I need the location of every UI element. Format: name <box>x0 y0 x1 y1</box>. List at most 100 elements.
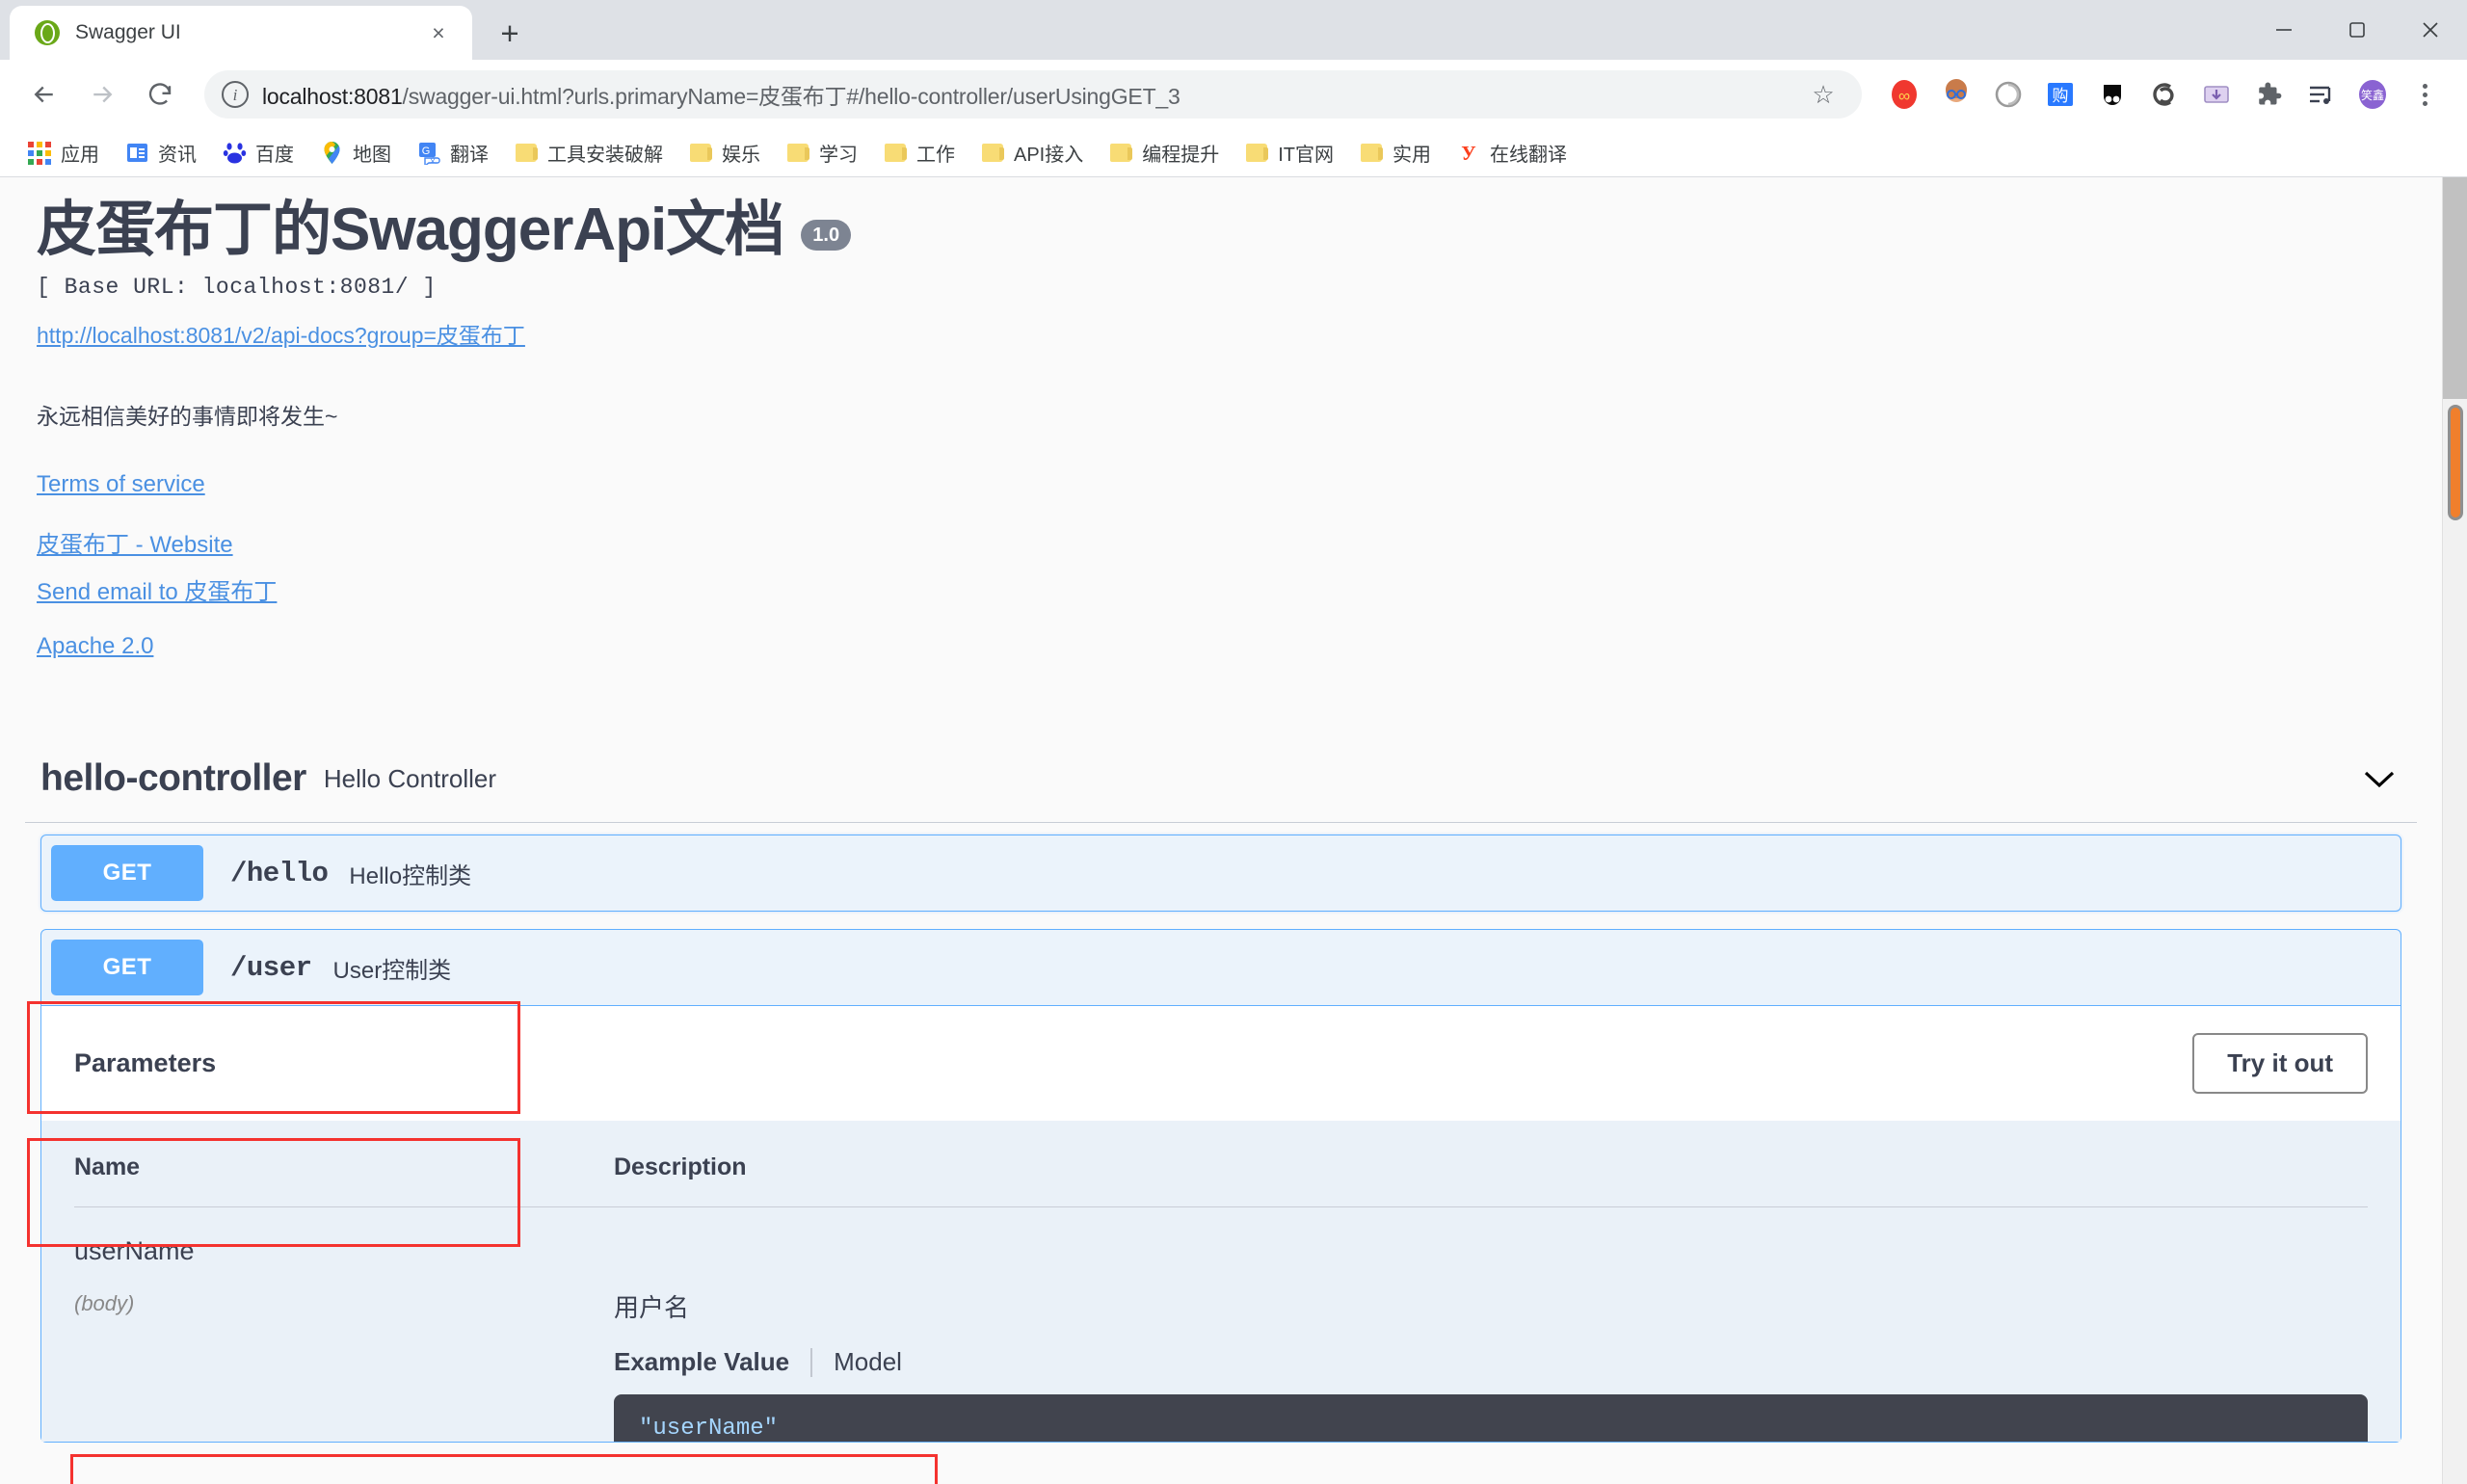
url-text: localhost:8081/swagger-ui.html?urls.prim… <box>262 78 1789 111</box>
api-docs-link[interactable]: http://localhost:8081/v2/api-docs?group=… <box>37 317 525 350</box>
bookmark-label: 学习 <box>819 145 858 166</box>
operation-get-user[interactable]: GET /user User控制类 <box>40 929 2401 1007</box>
operation-path: /hello <box>230 857 329 889</box>
address-bar[interactable]: i localhost:8081/swagger-ui.html?urls.pr… <box>204 70 1862 119</box>
chevron-down-icon[interactable] <box>2357 756 2401 801</box>
tab-strip: Swagger UI × + <box>0 0 2467 60</box>
svg-text:У: У <box>1461 142 1475 165</box>
annotation-box-username-parameter <box>70 1454 938 1484</box>
puzzle-extensions-icon[interactable] <box>2243 69 2294 119</box>
bookmark-folder-tools[interactable]: 工具安装破解 <box>502 134 675 172</box>
apps-grid-icon <box>27 141 52 166</box>
link-extension-icon[interactable] <box>2139 69 2189 119</box>
close-icon[interactable]: × <box>422 16 455 49</box>
bookmark-folder-study[interactable]: 学习 <box>774 134 869 172</box>
terms-of-service-link[interactable]: Terms of service <box>37 471 2405 498</box>
avatar-extension-icon[interactable] <box>1931 69 1981 119</box>
bookmark-folder-work[interactable]: 工作 <box>871 134 967 172</box>
folder-icon <box>514 141 539 166</box>
site-info-icon[interactable]: i <box>222 81 249 108</box>
download-folder-icon[interactable] <box>2191 69 2242 119</box>
profile-avatar-icon[interactable]: 笑鑫 <box>2348 69 2398 119</box>
bookmark-label: 工作 <box>916 145 955 166</box>
bookmark-label: 翻译 <box>450 145 489 166</box>
operation-row[interactable]: GET /hello Hello控制类 <box>41 835 2401 911</box>
parameters-title: Parameters <box>74 1048 217 1078</box>
shopping-extension-icon[interactable]: 购 <box>2035 69 2085 119</box>
license-link[interactable]: Apache 2.0 <box>37 633 2405 660</box>
baidu-icon <box>222 141 247 166</box>
tag-name: hello-controller <box>40 757 306 800</box>
url-path: /swagger-ui.html?urls.primaryName=皮蛋布丁#/… <box>402 84 1180 109</box>
maximize-icon[interactable] <box>2321 0 2394 60</box>
circle-swirl-extension-icon[interactable] <box>1983 69 2033 119</box>
page-scrollbar[interactable] <box>2442 177 2467 1484</box>
example-code-text: "userName" <box>639 1416 779 1443</box>
bookmark-folder-api[interactable]: API接入 <box>968 134 1095 172</box>
bookmark-folder-entertainment[interactable]: 娱乐 <box>676 134 772 172</box>
page-viewport: 皮蛋布丁的SwaggerApi文档 1.0 [ Base URL: localh… <box>0 177 2467 1484</box>
tag-description: Hello Controller <box>323 763 497 793</box>
back-arrow-icon[interactable] <box>17 67 71 121</box>
operation-get-hello[interactable]: GET /hello Hello控制类 <box>40 835 2401 913</box>
bookmark-star-icon[interactable]: ☆ <box>1802 73 1844 116</box>
parameter-name: userName <box>74 1236 195 1266</box>
three-dots-menu-icon[interactable] <box>2400 69 2450 119</box>
tag-header[interactable]: hello-controller Hello Controller <box>25 756 2417 824</box>
tab-model[interactable]: Model <box>812 1347 923 1377</box>
bookmark-label: 应用 <box>61 145 99 166</box>
parameters-header: Parameters Try it out <box>41 1006 2401 1121</box>
google-maps-icon <box>319 141 344 166</box>
folder-icon <box>785 141 810 166</box>
folder-icon <box>1244 141 1269 166</box>
bookmark-baidu[interactable]: 百度 <box>210 134 305 172</box>
http-method-badge: GET <box>51 940 203 996</box>
music-list-icon[interactable] <box>2295 69 2346 119</box>
swagger-info-block: 皮蛋布丁的SwaggerApi文档 1.0 [ Base URL: localh… <box>0 177 2442 660</box>
dark-reader-extension-icon[interactable] <box>2087 69 2137 119</box>
website-link[interactable]: 皮蛋布丁 - Website <box>37 525 2405 559</box>
bookmark-maps[interactable]: 地图 <box>307 134 403 172</box>
email-link[interactable]: Send email to 皮蛋布丁 <box>37 572 2405 606</box>
bookmark-apps[interactable]: 应用 <box>15 134 111 172</box>
swagger-logo-icon <box>35 20 60 45</box>
window-close-icon[interactable] <box>2394 0 2467 60</box>
bookmark-folder-programming[interactable]: 编程提升 <box>1097 134 1231 172</box>
folder-icon <box>980 141 1005 166</box>
bookmark-translate[interactable]: G文 翻译 <box>405 134 500 172</box>
bookmark-label: 娱乐 <box>722 145 760 166</box>
infinity-extension-icon[interactable]: ∞ <box>1879 69 1929 119</box>
url-host: localhost:8081 <box>262 84 403 109</box>
svg-text:∞: ∞ <box>1898 87 1910 105</box>
base-url: [ Base URL: localhost:8081/ ] <box>37 275 437 301</box>
minimize-icon[interactable] <box>2247 0 2321 60</box>
bookmark-label: 百度 <box>255 145 294 166</box>
reload-icon[interactable] <box>133 67 187 121</box>
http-method-badge: GET <box>51 845 203 902</box>
table-row: userName (body) 用户名 Example Value Model … <box>74 1207 2368 1443</box>
new-tab-button[interactable]: + <box>488 11 532 55</box>
google-translate-icon: G文 <box>416 141 441 166</box>
column-header-name: Name <box>74 1121 614 1208</box>
bookmark-news[interactable]: 资讯 <box>113 134 208 172</box>
scrollbar-thumb[interactable] <box>2448 405 2463 520</box>
browser-tab[interactable]: Swagger UI × <box>10 6 472 60</box>
parameter-name-cell: userName (body) <box>74 1207 614 1443</box>
operation-row[interactable]: GET /user User控制类 <box>41 930 2401 1005</box>
parameter-location: (body) <box>74 1291 135 1316</box>
bookmark-label: 实用 <box>1393 145 1432 166</box>
tag-section-hello-controller: hello-controller Hello Controller GET /h… <box>0 756 2442 1444</box>
example-code-block[interactable]: "userName" <box>614 1394 2368 1443</box>
yandex-icon: У <box>1456 141 1481 166</box>
scrollbar-track-top <box>2443 177 2467 399</box>
forward-arrow-icon[interactable] <box>75 67 129 121</box>
browser-toolbar: i localhost:8081/swagger-ui.html?urls.pr… <box>0 60 2467 129</box>
example-tabs: Example Value Model <box>614 1324 2368 1394</box>
operation-summary: Hello控制类 <box>349 862 472 889</box>
tab-example-value[interactable]: Example Value <box>614 1347 810 1377</box>
bookmark-label: 地图 <box>353 145 391 166</box>
bookmark-folder-useful[interactable]: 实用 <box>1347 134 1443 172</box>
try-it-out-button[interactable]: Try it out <box>2192 1033 2368 1095</box>
bookmark-yandex-translate[interactable]: У 在线翻译 <box>1445 134 1578 172</box>
bookmark-folder-it[interactable]: IT官网 <box>1233 134 1345 172</box>
